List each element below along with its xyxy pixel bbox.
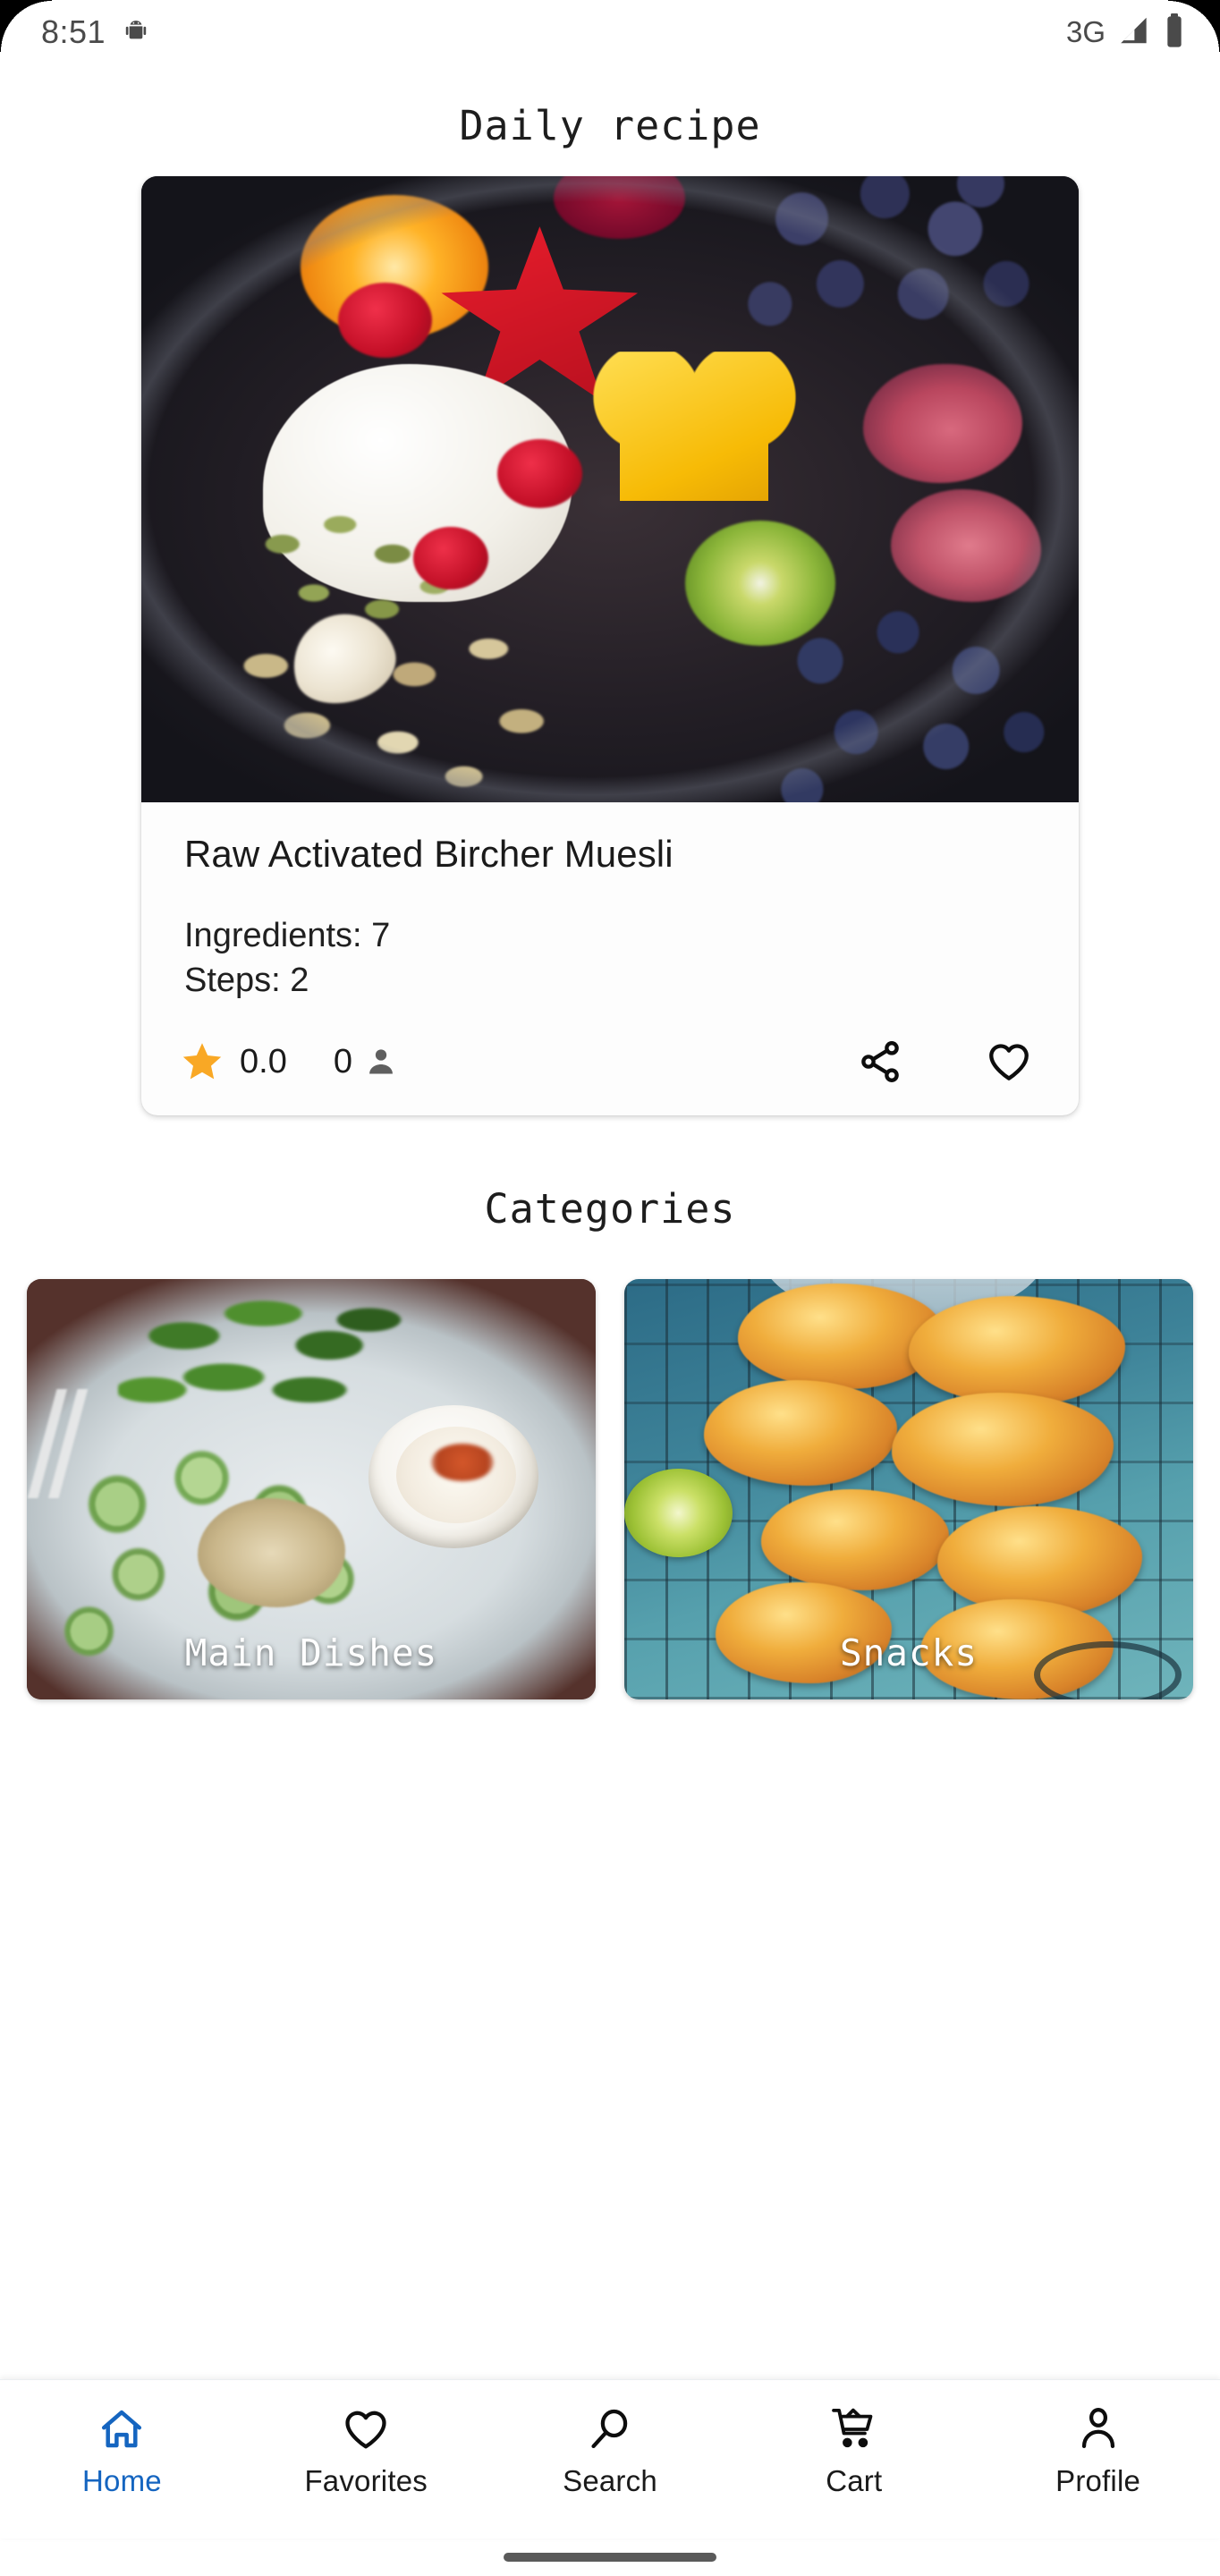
card-action-buttons: [857, 1038, 1039, 1085]
nav-label-search: Search: [563, 2464, 657, 2497]
recipe-title: Raw Activated Bircher Muesli: [184, 833, 674, 875]
rating-count: 0: [333, 1042, 352, 1080]
daily-recipe-actions: 0.0 0: [141, 1038, 1079, 1115]
star-filled-icon: [181, 1040, 224, 1083]
search-icon: [586, 2405, 634, 2453]
signal-bars-icon: [1118, 13, 1152, 52]
daily-recipe-card[interactable]: Raw Activated Bircher Muesli Ingredients…: [141, 176, 1079, 1116]
person-outline-icon: [1074, 2405, 1123, 2453]
recipe-meta: Ingredients: 7 Steps: 2: [184, 913, 1036, 1003]
status-bar: 8:51 3G: [0, 0, 1220, 64]
daily-recipe-image: [141, 176, 1079, 802]
nav-item-favorites[interactable]: Favorites: [244, 2405, 488, 2498]
daily-recipe-text: Raw Activated Bircher Muesli Ingredients…: [141, 802, 1079, 1003]
category-card-snacks[interactable]: Snacks: [624, 1279, 1193, 1700]
status-time: 8:51: [41, 13, 106, 50]
nav-item-profile[interactable]: Profile: [976, 2405, 1220, 2498]
network-type-label: 3G: [1065, 15, 1106, 48]
status-bar-left: 8:51: [41, 13, 150, 51]
nav-label-cart: Cart: [826, 2464, 883, 2497]
home-icon: [97, 2405, 146, 2453]
status-bar-right: 3G: [1066, 13, 1184, 53]
category-card-main-dishes[interactable]: Main Dishes: [27, 1279, 596, 1700]
nav-item-cart[interactable]: Cart: [732, 2405, 976, 2498]
categories-row: Main Dishes Snacks: [0, 1279, 1220, 1700]
rating-group: 0.0 0: [181, 1040, 397, 1083]
battery-full-icon: [1165, 13, 1184, 53]
nav-item-search[interactable]: Search: [488, 2405, 733, 2498]
categories-section-title: Categories: [484, 1185, 736, 1233]
rating-value: 0.0: [240, 1042, 287, 1080]
home-indicator-bar[interactable]: [504, 2553, 716, 2562]
bottom-navigation-bar: Home Favorites Search Cart Profile: [0, 2379, 1220, 2538]
person-icon: [352, 1046, 397, 1078]
category-label: Main Dishes: [184, 1631, 438, 1675]
steps-count: Steps: 2: [184, 962, 309, 1000]
shopping-cart-icon: [830, 2405, 878, 2453]
page-title: Daily recipe: [459, 102, 761, 149]
nav-label-profile: Profile: [1055, 2464, 1141, 2497]
nav-item-home[interactable]: Home: [0, 2405, 244, 2498]
ingredients-count: Ingredients: 7: [184, 917, 391, 954]
nav-label-home: Home: [81, 2464, 162, 2497]
share-icon[interactable]: [857, 1038, 903, 1085]
content-scroll-area[interactable]: Raw Activated Bircher Muesli Ingredients…: [0, 176, 1220, 2379]
android-robot-icon: [122, 15, 150, 50]
nav-label-favorites: Favorites: [304, 2464, 428, 2497]
heart-outline-icon: [342, 2405, 390, 2453]
heart-outline-icon[interactable]: [986, 1038, 1032, 1085]
category-label: Snacks: [839, 1631, 979, 1675]
app-screen: 8:51 3G Daily recipe Raw Activated Birch…: [0, 0, 1220, 2576]
home-indicator-area: [0, 2538, 1220, 2576]
